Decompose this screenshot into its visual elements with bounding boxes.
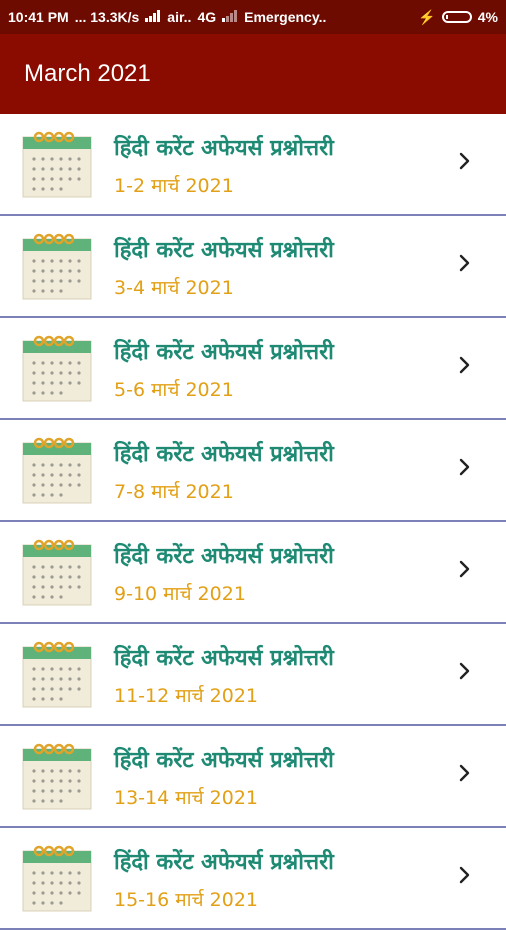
list-item-date: 11-12 मार्च 2021 bbox=[114, 685, 258, 707]
list-item-date: 15-16 मार्च 2021 bbox=[114, 889, 258, 911]
status-emergency: Emergency.. bbox=[244, 9, 327, 25]
list-item-date: 1-2 मार्च 2021 bbox=[114, 175, 234, 197]
list-item[interactable]: हिंदी करेंट अफेयर्स प्रश्नोत्तरी 11-12 म… bbox=[0, 624, 506, 726]
list-item-title: हिंदी करेंट अफेयर्स प्रश्नोत्तरी bbox=[114, 238, 334, 263]
list-item-title: हिंदी करेंट अफेयर्स प्रश्नोत्तरी bbox=[114, 442, 334, 467]
status-time: 10:41 PM bbox=[8, 9, 69, 25]
list-item-title: हिंदी करेंट अफेयर्स प्रश्नोत्तरी bbox=[114, 340, 334, 365]
list-item-date: 3-4 मार्च 2021 bbox=[114, 277, 234, 299]
page-title: March 2021 bbox=[24, 60, 151, 87]
chevron-right-icon[interactable] bbox=[458, 864, 472, 886]
chevron-right-icon[interactable] bbox=[458, 354, 472, 376]
chevron-right-icon[interactable] bbox=[458, 150, 472, 172]
calendar-icon bbox=[22, 437, 92, 504]
list-item[interactable]: हिंदी करेंट अफेयर्स प्रश्नोत्तरी 3-4 मार… bbox=[0, 216, 506, 318]
chevron-right-icon[interactable] bbox=[458, 558, 472, 580]
list-item-date: 13-14 मार्च 2021 bbox=[114, 787, 258, 809]
calendar-icon bbox=[22, 845, 92, 912]
status-battery: 4% bbox=[477, 9, 498, 25]
list-item-date: 9-10 मार्च 2021 bbox=[114, 583, 246, 605]
list-item-title: हिंदी करेंट अफेयर्स प्रश्नोत्तरी bbox=[114, 748, 334, 773]
list-item-date: 7-8 मार्च 2021 bbox=[114, 481, 234, 503]
charging-icon: ⚡ bbox=[418, 8, 436, 25]
status-network: 4G bbox=[197, 9, 217, 25]
app-bar: March 2021 bbox=[0, 34, 506, 114]
status-carrier: air.. bbox=[167, 9, 192, 25]
chevron-right-icon[interactable] bbox=[458, 762, 472, 784]
list-item-title: हिंदी करेंट अफेयर्स प्रश्नोत्तरी bbox=[114, 544, 334, 569]
list-item-title: हिंदी करेंट अफेयर्स प्रश्नोत्तरी bbox=[114, 646, 334, 671]
chevron-right-icon[interactable] bbox=[458, 456, 472, 478]
list-item-date: 5-6 मार्च 2021 bbox=[114, 379, 234, 401]
list-item[interactable]: हिंदी करेंट अफेयर्स प्रश्नोत्तरी 7-8 मार… bbox=[0, 420, 506, 522]
calendar-icon bbox=[22, 743, 92, 810]
chevron-right-icon[interactable] bbox=[458, 252, 472, 274]
list-item-title: हिंदी करेंट अफेयर्स प्रश्नोत्तरी bbox=[114, 850, 334, 875]
signal-weak-icon bbox=[222, 9, 238, 25]
list-item-title: हिंदी करेंट अफेयर्स प्रश्नोत्तरी bbox=[114, 136, 334, 161]
calendar-icon bbox=[22, 641, 92, 708]
battery-icon bbox=[441, 11, 472, 23]
list-item[interactable]: हिंदी करेंट अफेयर्स प्रश्नोत्तरी 1-2 मार… bbox=[0, 114, 506, 216]
chevron-right-icon[interactable] bbox=[458, 660, 472, 682]
calendar-icon bbox=[22, 539, 92, 606]
calendar-icon bbox=[22, 335, 92, 402]
list-item[interactable]: हिंदी करेंट अफेयर्स प्रश्नोत्तरी 13-14 म… bbox=[0, 726, 506, 828]
status-bar: 10:41 PM ... 13.3K/s air.. 4G Emergency.… bbox=[0, 0, 506, 34]
list-item[interactable]: हिंदी करेंट अफेयर्स प्रश्नोत्तरी 15-16 म… bbox=[0, 828, 506, 930]
list-item[interactable]: हिंदी करेंट अफेयर्स प्रश्नोत्तरी 9-10 मा… bbox=[0, 522, 506, 624]
calendar-icon bbox=[22, 233, 92, 300]
quiz-list: हिंदी करेंट अफेयर्स प्रश्नोत्तरी 1-2 मार… bbox=[0, 114, 506, 930]
calendar-icon bbox=[22, 131, 92, 198]
signal-icon bbox=[145, 9, 161, 25]
list-item[interactable]: हिंदी करेंट अफेयर्स प्रश्नोत्तरी 5-6 मार… bbox=[0, 318, 506, 420]
status-speed: ... 13.3K/s bbox=[74, 9, 140, 25]
